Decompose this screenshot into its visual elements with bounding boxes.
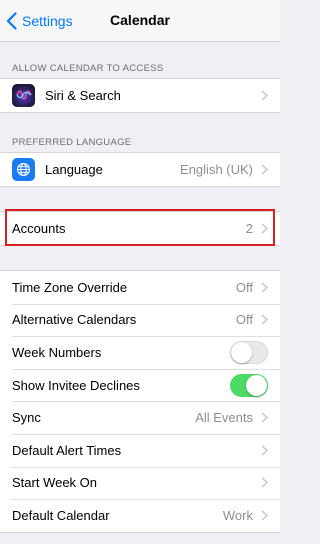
siri-icon <box>12 83 35 107</box>
time-zone-override-row[interactable]: Time Zone Override Off <box>0 271 280 304</box>
chevron-right-icon <box>261 90 268 101</box>
chevron-right-icon <box>261 445 268 456</box>
alternative-calendars-label: Alternative Calendars <box>12 312 137 328</box>
chevron-right-icon <box>261 164 268 175</box>
default-alert-times-label: Default Alert Times <box>12 442 122 458</box>
chevron-right-icon <box>261 282 268 293</box>
time-zone-override-label: Time Zone Override <box>12 279 128 295</box>
siri-search-row[interactable]: Siri & Search <box>0 79 280 112</box>
show-invitee-declines-toggle[interactable] <box>230 373 268 397</box>
language-value: English (UK) <box>180 161 253 177</box>
show-invitee-declines-row: Show Invitee Declines <box>0 368 280 402</box>
language-label: Language <box>45 161 103 177</box>
chevron-right-icon <box>261 477 268 488</box>
sync-row[interactable]: Sync All Events <box>0 401 280 434</box>
language-row[interactable]: Language English (UK) <box>0 153 280 186</box>
chevron-right-icon <box>261 510 268 521</box>
group-calendar-settings: Time Zone Override Off Alternative Calen… <box>0 270 280 533</box>
page-title: Calendar <box>110 12 170 28</box>
default-alert-times-row[interactable]: Default Alert Times <box>0 433 280 467</box>
start-week-on-row[interactable]: Start Week On <box>0 466 280 500</box>
siri-search-label: Siri & Search <box>45 87 121 103</box>
default-calendar-value: Work <box>222 507 253 523</box>
default-calendar-row[interactable]: Default Calendar Work <box>0 499 280 532</box>
sync-label: Sync <box>12 410 41 426</box>
sync-value: All Events <box>195 410 253 426</box>
chevron-right-icon <box>261 412 268 423</box>
week-numbers-label: Week Numbers <box>12 344 102 360</box>
alternative-calendars-value: Off <box>235 312 253 328</box>
highlight-box <box>5 209 275 246</box>
group-language: Language English (UK) <box>0 152 280 187</box>
show-invitee-declines-label: Show Invitee Declines <box>12 377 140 393</box>
globe-icon <box>12 157 35 181</box>
default-calendar-label: Default Calendar <box>12 507 110 523</box>
section-header-language: PREFERRED LANGUAGE <box>12 137 132 148</box>
week-numbers-row: Week Numbers <box>0 336 280 369</box>
group-access: Siri & Search <box>0 78 280 113</box>
start-week-on-label: Start Week On <box>12 475 98 491</box>
alternative-calendars-row[interactable]: Alternative Calendars Off <box>0 303 280 337</box>
navigation-bar: Settings Calendar <box>0 0 280 42</box>
time-zone-override-value: Off <box>235 279 253 295</box>
week-numbers-toggle[interactable] <box>230 340 268 364</box>
chevron-right-icon <box>261 314 268 325</box>
section-header-access: ALLOW CALENDAR TO ACCESS <box>12 63 164 74</box>
